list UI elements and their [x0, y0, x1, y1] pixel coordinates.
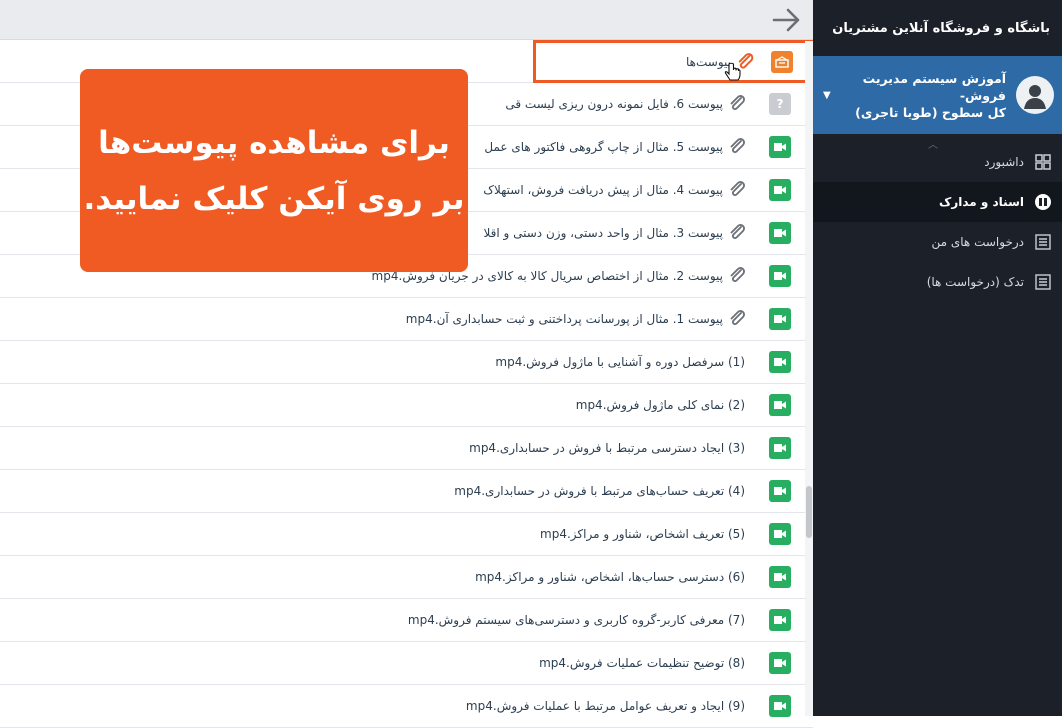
sidebar-item-label: اسناد و مدارک	[939, 195, 1024, 209]
video-label[interactable]: (6) دسترسی حساب‌ها، اشخاص، شناور و مراکز…	[475, 570, 745, 584]
course-title: آموزش سیستم مدیریت فروش- کل سطوح (طوبا ت…	[831, 70, 1006, 121]
paperclip-icon	[729, 95, 747, 113]
scrollbar-thumb[interactable]	[806, 486, 812, 538]
brand-title[interactable]: باشگاه و فروشگاه آنلاین مشتریان	[813, 0, 1062, 56]
unknown-file-icon[interactable]: ?	[769, 93, 791, 115]
course-title-line-2: کل سطوح (طوبا تاجری)	[855, 104, 1006, 120]
video-row[interactable]: (8) توضیح تنظیمات عملیات فروش.mp4	[0, 642, 813, 685]
attachment-label[interactable]: پیوست 4. مثال از پیش دریافت فروش، استهلا…	[483, 183, 723, 197]
callout-line-1: برای مشاهده پیوست‌ها	[98, 124, 450, 161]
attachment-label[interactable]: پیوست 3. مثال از واحد دستی، وزن دستی و ا…	[483, 226, 723, 240]
video-label[interactable]: (3) ایجاد دسترسی مرتبط با فروش در حسابدا…	[469, 441, 745, 455]
video-row[interactable]: (5) تعریف اشخاص، شناور و مراکز.mp4	[0, 513, 813, 556]
sidebar-item[interactable]: داشبورد	[813, 142, 1062, 182]
list-icon	[1034, 273, 1052, 291]
sidebar-item[interactable]: اسناد و مدارک	[813, 182, 1062, 222]
toolbar	[0, 0, 813, 40]
video-file-icon[interactable]	[769, 609, 791, 631]
video-label[interactable]: (8) توضیح تنظیمات عملیات فروش.mp4	[539, 656, 745, 670]
paperclip-icon	[729, 267, 747, 285]
scrollbar-track[interactable]	[805, 41, 813, 716]
callout-line-2: بر روی آیکن کلیک نمایید.	[83, 180, 465, 217]
video-label[interactable]: (4) تعریف حساب‌های مرتبط با فروش در حساب…	[454, 484, 745, 498]
paperclip-icon	[729, 181, 747, 199]
video-file-icon[interactable]	[769, 480, 791, 502]
sidebar-item-label: داشبورد	[984, 155, 1024, 169]
paperclip-icon	[729, 224, 747, 242]
video-row[interactable]: (6) دسترسی حساب‌ها، اشخاص، شناور و مراکز…	[0, 556, 813, 599]
documents-icon	[1034, 193, 1052, 211]
tutorial-callout: برای مشاهده پیوست‌ها بر روی آیکن کلیک نم…	[80, 69, 468, 272]
paperclip-icon	[729, 310, 747, 328]
video-file-icon[interactable]	[769, 695, 791, 717]
sidebar-item-label: تدک (درخواست ها)	[926, 275, 1024, 289]
video-label[interactable]: (2) نمای کلی ماژول فروش.mp4	[576, 398, 745, 412]
video-file-icon[interactable]	[769, 222, 791, 244]
dashboard-icon	[1034, 153, 1052, 171]
video-file-icon[interactable]	[769, 351, 791, 373]
avatar	[1016, 76, 1054, 114]
paperclip-icon	[729, 138, 747, 156]
video-file-icon[interactable]	[769, 394, 791, 416]
sidebar-item[interactable]: تدک (درخواست ها)	[813, 262, 1062, 302]
attachment-row[interactable]: پیوست 1. مثال از پورسانت پرداختنی و ثبت …	[0, 298, 813, 341]
course-title-line-1: آموزش سیستم مدیریت فروش-	[862, 70, 1006, 103]
attachment-label[interactable]: پیوست 6. فایل نمونه درون ریزی لیست قی	[505, 97, 723, 111]
hand-cursor-icon	[724, 62, 741, 81]
video-file-icon[interactable]	[769, 308, 791, 330]
video-row[interactable]: (7) معرفی کاربر-گروه کاربری و دسترسی‌های…	[0, 599, 813, 642]
course-selector[interactable]: آموزش سیستم مدیریت فروش- کل سطوح (طوبا ت…	[813, 56, 1062, 134]
video-file-icon[interactable]	[769, 179, 791, 201]
video-file-icon[interactable]	[769, 566, 791, 588]
chevron-down-icon[interactable]: ▼	[823, 90, 831, 101]
video-label[interactable]: (7) معرفی کاربر-گروه کاربری و دسترسی‌های…	[408, 613, 745, 627]
video-row[interactable]: (9) ایجاد و تعریف عوامل مرتبط با عملیات …	[0, 685, 813, 728]
sidebar-menu: داشبورد اسناد و مدارک درخواست های من تدک (د…	[813, 142, 1062, 302]
back-arrow-icon[interactable]	[770, 6, 802, 34]
video-label[interactable]: (9) ایجاد و تعریف عوامل مرتبط با عملیات …	[466, 699, 745, 713]
highlighted-attachments-row[interactable]: پیوست‌ها	[536, 43, 812, 80]
video-row[interactable]: (1) سرفصل دوره و آشنایی با ماژول فروش.mp…	[0, 341, 813, 384]
file-browser: پیوست‌ها ? پیوست 6. فایل نمونه درون ریزی …	[0, 0, 815, 728]
video-file-icon[interactable]	[769, 265, 791, 287]
sidebar-item[interactable]: درخواست های من	[813, 222, 1062, 262]
video-file-icon[interactable]	[769, 652, 791, 674]
video-row[interactable]: (4) تعریف حساب‌های مرتبط با فروش در حساب…	[0, 470, 813, 513]
video-row[interactable]: (2) نمای کلی ماژول فروش.mp4	[0, 384, 813, 427]
attachment-label[interactable]: پیوست 1. مثال از پورسانت پرداختنی و ثبت …	[406, 312, 723, 326]
list-icon	[1034, 233, 1052, 251]
video-file-icon[interactable]	[769, 437, 791, 459]
video-rows: (1) سرفصل دوره و آشنایی با ماژول فروش.mp…	[0, 341, 813, 728]
video-label[interactable]: (5) تعریف اشخاص، شناور و مراکز.mp4	[540, 527, 745, 541]
attachments-folder-icon[interactable]	[771, 50, 793, 73]
video-file-icon[interactable]	[769, 136, 791, 158]
sidebar-item-label: درخواست های من	[931, 235, 1025, 249]
video-file-icon[interactable]	[769, 523, 791, 545]
sidebar: باشگاه و فروشگاه آنلاین مشتریان آموزش سی…	[813, 0, 1062, 716]
video-row[interactable]: (3) ایجاد دسترسی مرتبط با فروش در حسابدا…	[0, 427, 813, 470]
attachment-label[interactable]: پیوست 5. مثال از چاپ گروهی فاکتور های عم…	[484, 140, 723, 154]
video-label[interactable]: (1) سرفصل دوره و آشنایی با ماژول فروش.mp…	[495, 355, 745, 369]
